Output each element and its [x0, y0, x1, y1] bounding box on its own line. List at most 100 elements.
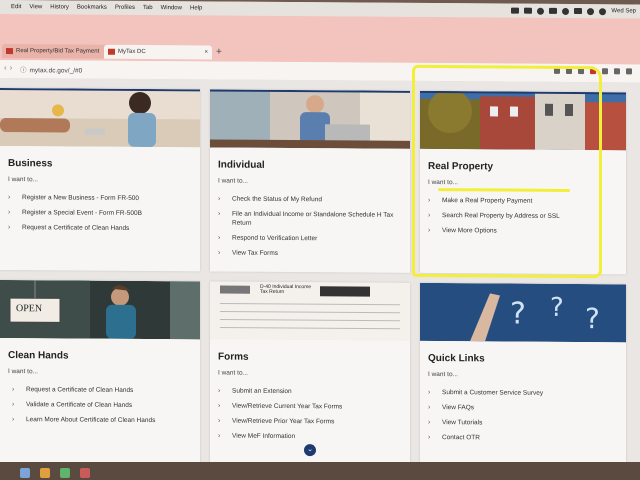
card-title: Business: [8, 158, 53, 170]
close-icon[interactable]: ×: [204, 49, 208, 55]
quick-links-list: › Submit a Customer Service Survey › View …: [428, 388, 618, 449]
link-contact-otr[interactable]: › Contact OTR: [428, 433, 618, 443]
menubar-clock[interactable]: Wed Sep: [611, 8, 636, 14]
status-icon[interactable]: [511, 7, 520, 14]
chevron-right-icon: ›: [428, 226, 431, 235]
puzzle-icon[interactable]: [602, 68, 608, 75]
link-search-real-property[interactable]: › Search Real Property by Address or SSL: [428, 211, 618, 221]
business-links: › Register a New Business - Form FR-500 ›…: [8, 193, 193, 239]
chevron-right-icon: ›: [218, 210, 221, 218]
chevron-right-icon: ›: [12, 401, 15, 409]
card-clean-hands: OPEN Clean Hands I want to... › Request a…: [0, 280, 200, 464]
menu-history[interactable]: History: [50, 4, 69, 10]
tab-label: Real Property/Bid Tax Payment: [16, 48, 100, 55]
link-validate-certificate[interactable]: › Validate a Certificate of Clean Hands: [12, 400, 198, 410]
menu-tab[interactable]: Tab: [143, 5, 153, 11]
svg-text:?: ?: [510, 297, 526, 332]
extension-icon[interactable]: [590, 68, 596, 75]
tab-mytax-dc[interactable]: MyTax DC ×: [104, 44, 212, 60]
menu-help[interactable]: Help: [190, 5, 202, 11]
menu-bookmarks[interactable]: Bookmarks: [77, 5, 107, 11]
link-request-clean-hands[interactable]: › Request a Certificate of Clean Hands: [8, 223, 193, 233]
link-view-faqs[interactable]: › View FAQs: [428, 403, 618, 413]
toolbar-icons: [554, 67, 632, 75]
menu-profiles[interactable]: Profiles: [115, 5, 135, 11]
dock-app-icon[interactable]: [40, 468, 50, 478]
link-real-property-payment[interactable]: › Make a Real Property Payment: [428, 196, 618, 206]
menu-window[interactable]: Window: [161, 5, 182, 11]
chevron-right-icon: ›: [8, 224, 11, 232]
status-icons: Wed Sep: [511, 4, 636, 19]
menu-edit[interactable]: Edit: [11, 4, 21, 10]
info-icon[interactable]: ⓘ: [20, 67, 27, 74]
key-icon[interactable]: [554, 67, 560, 74]
card-subtitle: I want to...: [218, 369, 248, 377]
link-check-refund[interactable]: › Check the Status of My Refund: [218, 195, 403, 205]
page-content: Business I want to... › Register a New Bu…: [0, 78, 640, 467]
more-icon[interactable]: [626, 68, 632, 75]
nav-buttons[interactable]: ‹›: [4, 63, 15, 72]
dock-app-icon[interactable]: [80, 468, 90, 478]
chevron-right-icon: ›: [428, 418, 431, 427]
chevron-right-icon: ›: [8, 194, 11, 202]
dock-app-icon[interactable]: [20, 468, 30, 478]
link-register-business[interactable]: › Register a New Business - Form FR-500: [8, 193, 193, 203]
status-icon[interactable]: [562, 7, 570, 15]
status-icon[interactable]: [574, 8, 583, 15]
svg-text:?: ?: [550, 293, 564, 323]
chevron-right-icon: ›: [218, 249, 221, 257]
bookmark-icon[interactable]: [578, 68, 584, 75]
chevron-right-icon: ›: [428, 196, 431, 205]
link-request-certificate[interactable]: › Request a Certificate of Clean Hands: [12, 385, 198, 395]
card-title: Quick Links: [428, 352, 485, 365]
quick-links-photo: ? ? ?: [420, 282, 626, 343]
card-title: Forms: [218, 351, 249, 363]
link-verification-letter[interactable]: › Respond to Verification Letter: [218, 234, 403, 244]
forms-photo: D-40 Individual Income Tax Return: [210, 281, 410, 341]
business-photo: [0, 88, 200, 148]
card-title: Clean Hands: [8, 350, 69, 362]
wifi-icon[interactable]: [587, 7, 595, 15]
link-view-tax-forms[interactable]: › View Tax Forms: [218, 249, 403, 259]
share-icon[interactable]: [566, 67, 572, 74]
forms-links: › Submit an Extension › View/Retrieve Curr…: [218, 387, 403, 448]
chevron-down-icon[interactable]: ⌄: [304, 444, 316, 457]
tab-label: MyTax DC: [118, 48, 146, 56]
card-quick-links: ? ? ? Quick Links I want to... › Submit a…: [420, 282, 626, 467]
chevron-right-icon: ›: [8, 209, 11, 217]
link-mef-information[interactable]: › View MeF Information: [218, 432, 403, 442]
link-customer-survey[interactable]: › Submit a Customer Service Survey: [428, 388, 618, 398]
clean-hands-photo: OPEN: [0, 280, 200, 340]
chevron-right-icon: ›: [218, 195, 221, 203]
link-learn-more-certificate[interactable]: › Learn More About Certificate of Clean H…: [12, 415, 198, 425]
link-file-return[interactable]: › File an Individual Income or Standalone…: [218, 210, 403, 229]
status-icon[interactable]: [524, 7, 533, 14]
menu-view[interactable]: View: [29, 4, 42, 10]
link-current-year-forms[interactable]: › View/Retrieve Current Year Tax Forms: [218, 402, 403, 412]
status-icon[interactable]: [537, 7, 545, 15]
chevron-right-icon: ›: [218, 417, 221, 425]
link-prior-year-forms[interactable]: › View/Retrieve Prior Year Tax Forms: [218, 417, 403, 427]
card-individual: Individual I want to... › Check the Statu…: [210, 89, 410, 273]
chevron-right-icon: ›: [218, 432, 221, 440]
dc-favicon-icon: [6, 48, 13, 55]
form-title-text: D-40 Individual Income Tax Return: [260, 283, 312, 295]
card-subtitle: I want to...: [428, 370, 458, 379]
search-icon[interactable]: [599, 7, 607, 15]
url-field[interactable]: ⓘ mytax.dc.gov/_/#0: [20, 64, 82, 74]
link-view-tutorials[interactable]: › View Tutorials: [428, 418, 618, 428]
url-text: mytax.dc.gov/_/#0: [29, 67, 83, 75]
chevron-right-icon: ›: [428, 211, 431, 220]
chevron-right-icon: ›: [12, 386, 15, 394]
link-register-special-event[interactable]: › Register a Special Event - Form FR-500B: [8, 208, 193, 218]
profile-icon[interactable]: [614, 68, 620, 75]
new-tab-icon[interactable]: +: [216, 47, 222, 58]
link-submit-extension[interactable]: › Submit an Extension: [218, 387, 403, 397]
dock-app-icon[interactable]: [60, 468, 70, 478]
clean-hands-links: › Request a Certificate of Clean Hands › V…: [8, 385, 198, 431]
link-view-more-options[interactable]: › View More Options: [428, 226, 618, 236]
card-subtitle: I want to...: [428, 178, 458, 187]
status-icon[interactable]: [549, 7, 558, 14]
chevron-right-icon: ›: [218, 402, 221, 410]
card-title: Individual: [218, 159, 265, 171]
